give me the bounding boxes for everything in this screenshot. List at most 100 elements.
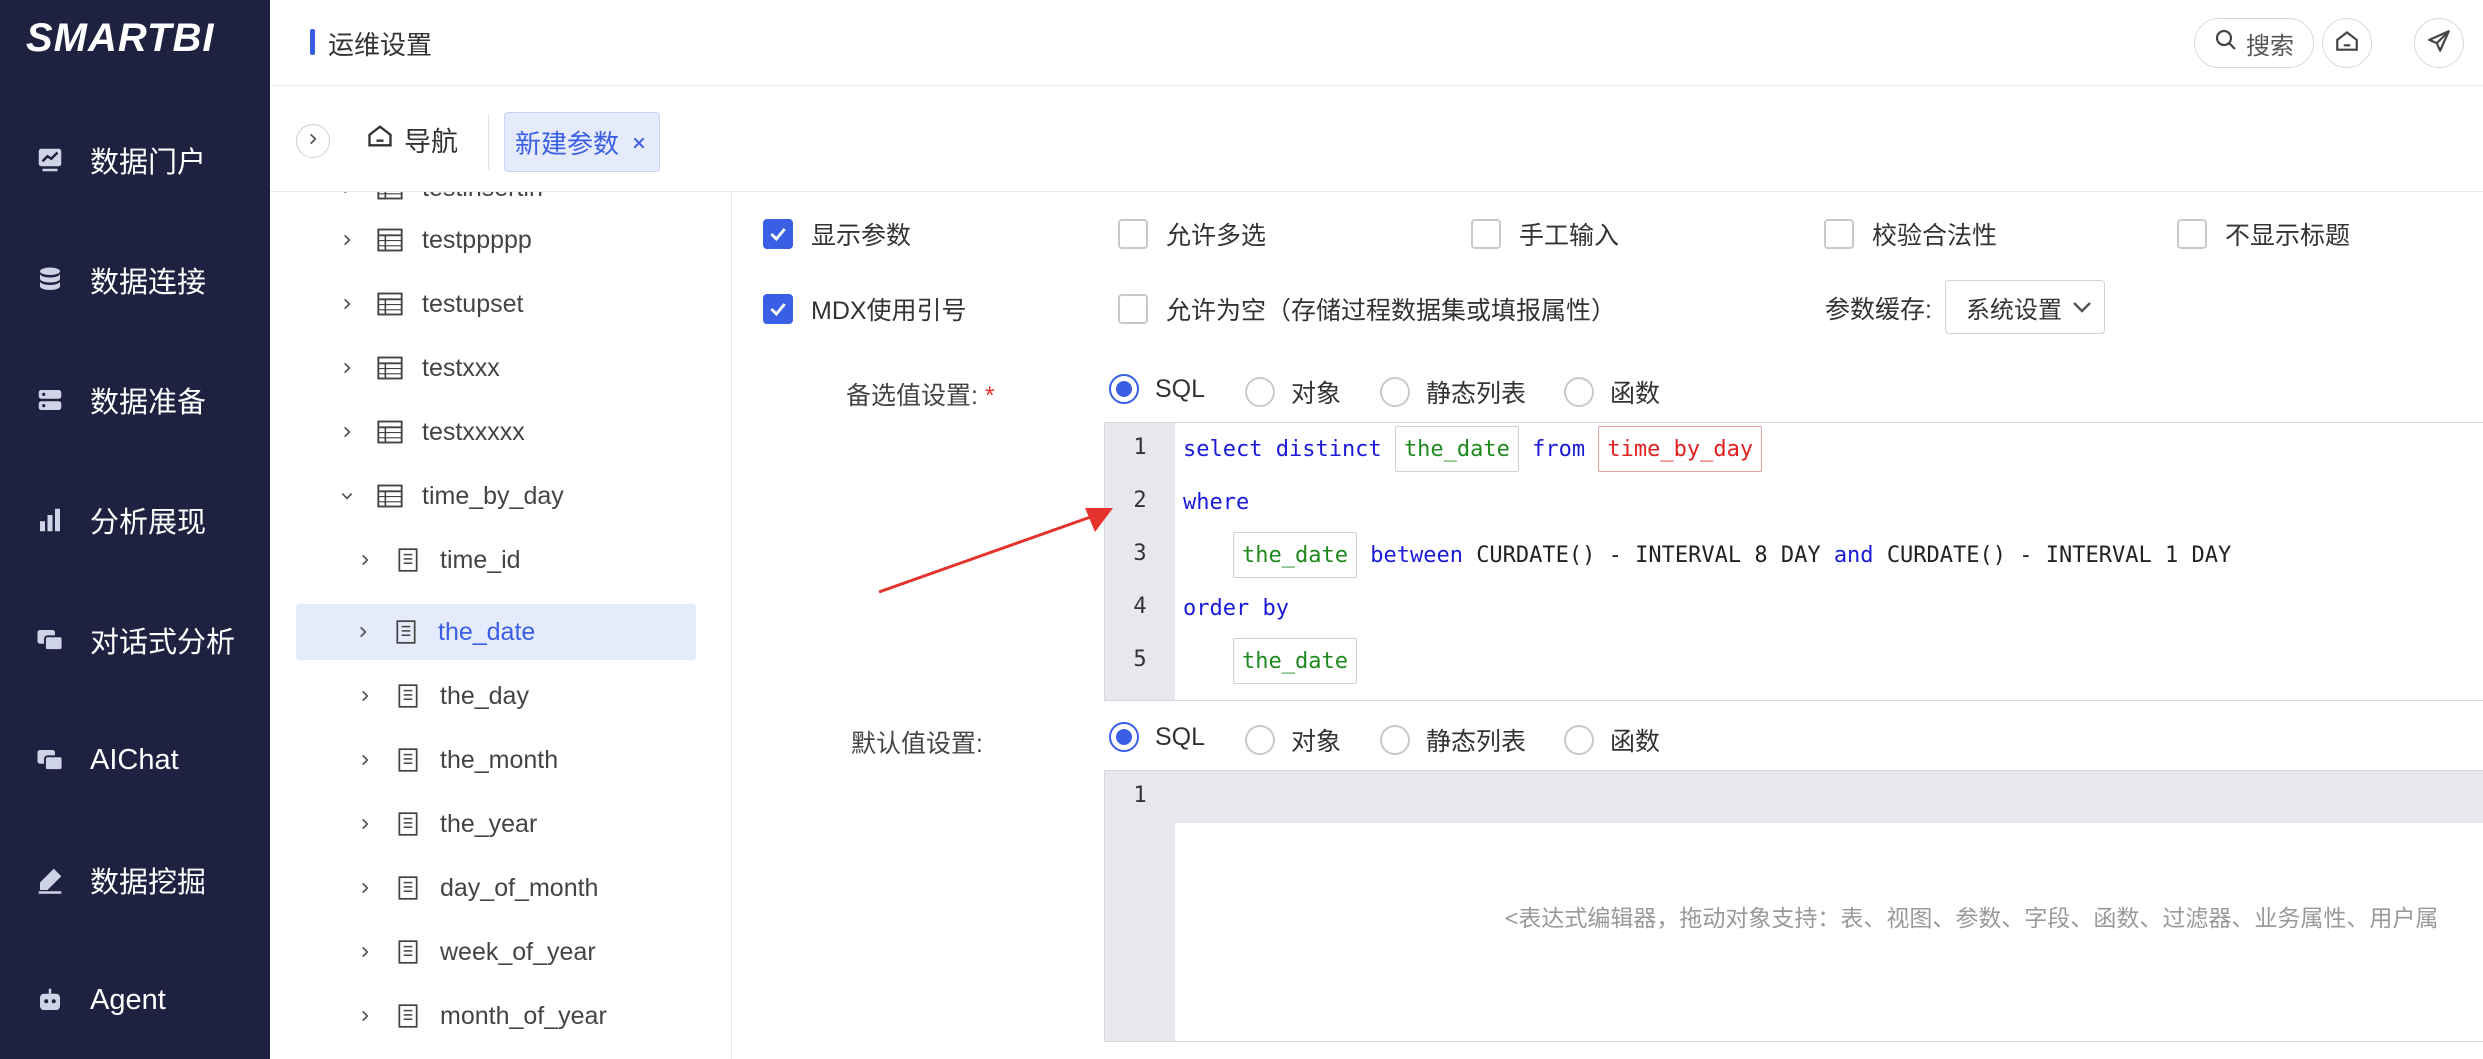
tree-item[interactable]: testppppp xyxy=(336,212,716,268)
search-button[interactable]: 搜索 xyxy=(2194,18,2314,68)
nav-item-label: 数据连接 xyxy=(90,267,207,299)
field-token[interactable]: the_date xyxy=(1394,426,1519,472)
chevron-right-icon[interactable] xyxy=(336,293,358,315)
checkbox-mdx-quote[interactable]: MDX使用引号 xyxy=(763,291,967,327)
sql-expression: CURDATE() - INTERVAL 8 DAY xyxy=(1476,542,1821,568)
radio-candidate-sql[interactable]: SQL xyxy=(1109,374,1205,404)
radio-unselected[interactable] xyxy=(1245,725,1275,755)
radio-candidate-static[interactable]: 静态列表 xyxy=(1380,374,1526,410)
checkbox-unchecked[interactable] xyxy=(1118,294,1148,324)
radio-selected[interactable] xyxy=(1109,374,1139,404)
nav-item-data-connection[interactable]: 数据连接 xyxy=(0,250,270,310)
tree-field-item[interactable]: the_year xyxy=(354,796,716,852)
sql-editor-candidate[interactable]: 1 2 3 4 5 select distinct the_date from … xyxy=(1104,422,2483,701)
checkbox-allow-empty[interactable]: 允许为空（存储过程数据集或填报属性） xyxy=(1118,291,1616,327)
tree-field-item[interactable]: the_day xyxy=(354,668,716,724)
checkbox-hide-title[interactable]: 不显示标题 xyxy=(2177,216,2350,252)
checkbox-validate[interactable]: 校验合法性 xyxy=(1824,216,1997,252)
chevron-right-icon[interactable] xyxy=(354,549,376,571)
checkbox-unchecked[interactable] xyxy=(1118,219,1148,249)
tree-field-item[interactable]: week_of_year xyxy=(354,924,716,980)
chevron-right-icon[interactable] xyxy=(336,421,358,443)
cache-select[interactable]: 系统设置 xyxy=(1945,280,2105,334)
checkbox-checked[interactable] xyxy=(763,219,793,249)
checkbox-unchecked[interactable] xyxy=(1471,219,1501,249)
radio-default-static[interactable]: 静态列表 xyxy=(1380,722,1526,758)
home-button[interactable] xyxy=(2322,18,2372,68)
tree-field-item[interactable]: month_of_year xyxy=(354,988,716,1044)
ai-chat-icon xyxy=(34,744,66,776)
tree-item-label: the_year xyxy=(440,809,538,838)
radio-unselected[interactable] xyxy=(1245,377,1275,407)
field-icon xyxy=(394,938,422,966)
checkbox-unchecked[interactable] xyxy=(1824,219,1854,249)
tab-bar: 导航 新建参数 xyxy=(270,86,2483,192)
radio-unselected[interactable] xyxy=(1564,725,1594,755)
smartbi-logo: SMARTBI xyxy=(26,16,215,60)
tree-field-item-selected[interactable]: the_date xyxy=(296,604,696,660)
tree-field-item[interactable]: day_of_month xyxy=(354,860,716,916)
checkbox-manual-input[interactable]: 手工输入 xyxy=(1471,216,1619,252)
sql-editor-default[interactable]: 1 <表达式编辑器，拖动对象支持：表、视图、参数、字段、函数、过滤器、业务属性、… xyxy=(1104,770,2483,1042)
nav-item-data-portal[interactable]: 数据门户 xyxy=(0,130,270,190)
tree-item[interactable]: testxxx xyxy=(336,340,716,396)
checkbox-show-param[interactable]: 显示参数 xyxy=(763,216,911,252)
robot-icon xyxy=(34,984,66,1016)
radio-label: SQL xyxy=(1155,722,1206,751)
radio-unselected[interactable] xyxy=(1564,377,1594,407)
nav-item-data-prep[interactable]: 数据准备 xyxy=(0,370,270,430)
chevron-right-icon[interactable] xyxy=(354,941,376,963)
radio-candidate-function[interactable]: 函数 xyxy=(1564,374,1660,410)
radio-candidate-object[interactable]: 对象 xyxy=(1245,374,1341,410)
nav-item-analysis[interactable]: 分析展现 xyxy=(0,490,270,550)
code-line-4: order by xyxy=(1183,582,1289,634)
radio-selected[interactable] xyxy=(1109,722,1139,752)
field-token[interactable]: the_date xyxy=(1233,638,1357,684)
tree-item[interactable]: testupset xyxy=(336,276,716,332)
sql-keyword: and xyxy=(1833,542,1874,568)
chevron-down-icon xyxy=(2070,295,2094,326)
radio-unselected[interactable] xyxy=(1380,725,1410,755)
tree-field-item[interactable]: time_id xyxy=(354,532,716,588)
table-icon xyxy=(376,418,404,446)
radio-default-object[interactable]: 对象 xyxy=(1245,722,1341,758)
radio-default-function[interactable]: 函数 xyxy=(1564,722,1660,758)
checkbox-unchecked[interactable] xyxy=(2177,219,2207,249)
nav-item-label: 对话式分析 xyxy=(90,627,236,659)
chevron-right-icon[interactable] xyxy=(354,1005,376,1027)
nav-item-data-mining[interactable]: 数据挖掘 xyxy=(0,850,270,910)
tree-item-expanded[interactable]: time_by_day xyxy=(336,468,716,524)
chevron-right-icon xyxy=(306,132,320,151)
radio-default-sql[interactable]: SQL xyxy=(1109,722,1205,752)
tree-item-label: the_day xyxy=(440,681,529,710)
chevron-right-icon[interactable] xyxy=(336,192,358,199)
candidate-label-text: 备选值设置: xyxy=(846,382,978,410)
nav-item-agent[interactable]: Agent xyxy=(0,970,270,1030)
close-icon[interactable] xyxy=(631,127,647,158)
cache-select-value: 系统设置 xyxy=(1966,296,2062,324)
field-token[interactable]: the_date xyxy=(1233,532,1357,578)
chevron-right-icon[interactable] xyxy=(352,621,374,643)
radio-unselected[interactable] xyxy=(1380,377,1410,407)
tree-item-label: day_of_month xyxy=(440,873,599,902)
tree-field-item[interactable]: the_month xyxy=(354,732,716,788)
chevron-down-icon[interactable] xyxy=(336,485,358,507)
send-button[interactable] xyxy=(2414,18,2464,68)
nav-item-aichat[interactable]: AIChat xyxy=(0,730,270,790)
tree-item-label: testupset xyxy=(422,289,524,318)
table-token[interactable]: time_by_day xyxy=(1598,426,1763,472)
cache-label: 参数缓存: xyxy=(1825,296,1932,324)
chevron-right-icon[interactable] xyxy=(354,813,376,835)
chevron-right-icon[interactable] xyxy=(336,229,358,251)
tab-new-parameter[interactable]: 新建参数 xyxy=(504,112,660,172)
chevron-right-icon[interactable] xyxy=(354,877,376,899)
tab-navigation[interactable]: 导航 xyxy=(366,120,458,159)
chevron-right-icon[interactable] xyxy=(354,749,376,771)
nav-item-conversational[interactable]: 对话式分析 xyxy=(0,610,270,670)
checkbox-checked[interactable] xyxy=(763,294,793,324)
chevron-right-icon[interactable] xyxy=(354,685,376,707)
checkbox-allow-multi[interactable]: 允许多选 xyxy=(1118,216,1266,252)
chevron-right-icon[interactable] xyxy=(336,357,358,379)
tree-item[interactable]: testxxxxx xyxy=(336,404,716,460)
expand-sidebar-button[interactable] xyxy=(296,124,330,158)
